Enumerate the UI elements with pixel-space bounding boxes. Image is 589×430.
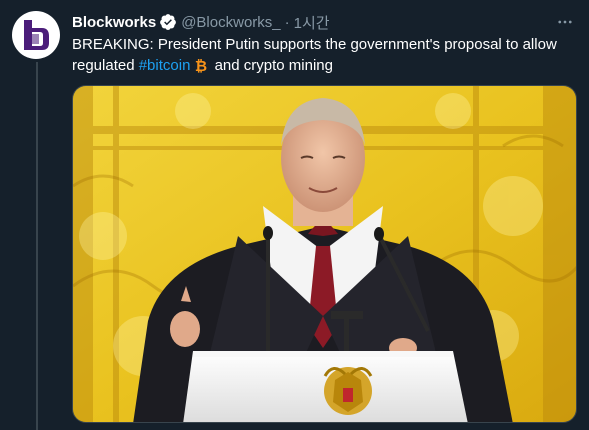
tweet-photo[interactable]: [72, 85, 577, 423]
more-options-icon[interactable]: [555, 12, 575, 32]
blockworks-logo-icon: [24, 20, 49, 50]
thread-line: [36, 62, 38, 430]
timestamp[interactable]: 1시간: [294, 12, 330, 33]
display-name[interactable]: Blockworks: [72, 14, 156, 31]
photo-content: [73, 86, 576, 422]
avatar[interactable]: [12, 11, 60, 59]
verified-badge-icon: [159, 13, 177, 31]
bitcoin-emoji-icon: ₿: [193, 57, 209, 75]
svg-text:₿: ₿: [195, 57, 207, 73]
tweet-text-part2: and crypto mining: [210, 57, 333, 74]
user-handle[interactable]: @Blockworks_: [181, 14, 280, 31]
tweet-header: Blockworks @Blockworks_ · 1시간: [72, 11, 330, 33]
hashtag-link[interactable]: #bitcoin: [139, 57, 191, 74]
separator-dot: ·: [284, 13, 290, 31]
tweet-text: BREAKING: President Putin supports the g…: [72, 34, 572, 76]
